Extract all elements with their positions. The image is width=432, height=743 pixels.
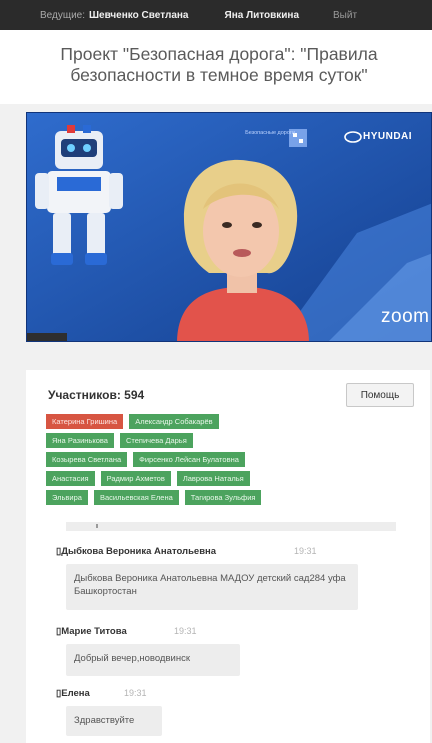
chat-scroll-divider xyxy=(66,522,396,531)
participant-tag[interactable]: Катерина Гришина xyxy=(46,414,124,429)
participant-tag[interactable]: Васильевская Елена xyxy=(93,490,179,505)
brand-logo: HYUNDAI xyxy=(363,131,413,142)
participant-tag[interactable]: Радмир Ахметов xyxy=(100,471,171,486)
speaker-name-strip xyxy=(27,333,67,341)
participant-tag-row: Козырева Светлана Фирсенко Лейсан Булатов… xyxy=(46,452,418,467)
chat-message-bubble: Дыбкова Вероника Анатольевна МАДОУ детск… xyxy=(66,564,358,610)
participant-tag[interactable]: Козырева Светлана xyxy=(46,452,128,467)
chat-message-author[interactable]: ▯Марие Титова xyxy=(56,626,127,637)
exit-link[interactable]: Выйт xyxy=(333,10,357,21)
participant-tag-row: Эльвира Васильевская Елена Тагирова Зульфи… xyxy=(46,490,418,505)
host-name: Шевченко Светлана xyxy=(89,9,189,21)
participant-tag-row: Катерина Гришина Александр Собакарёв xyxy=(46,414,418,429)
participant-tag[interactable]: Эльвира xyxy=(46,490,88,505)
participant-tag[interactable]: Анастасия xyxy=(46,471,95,486)
chat-panel: Участников: 594 Помощь Катерина Гришина А… xyxy=(26,370,430,743)
chat-message-bubble: Здравствуйте xyxy=(66,706,162,736)
participant-tag[interactable]: Степичева Дарья xyxy=(119,433,193,448)
participant-tag[interactable]: Александр Собакарёв xyxy=(129,414,219,429)
chat-message-author[interactable]: ▯Елена xyxy=(56,688,90,699)
participant-tag[interactable]: Лаврова Наталья xyxy=(176,471,250,486)
app-screen: Ведущие: Шевченко Светлана Яна Литовкина… xyxy=(0,0,432,743)
video-stream[interactable]: Безопасные дороги HYUNDAI zoom xyxy=(26,112,432,342)
sponsor-text: Безопасные дороги xyxy=(245,130,295,136)
video-frame-graphic xyxy=(27,113,431,341)
host-label: Ведущие: xyxy=(40,9,85,21)
participant-tag-row: Анастасия Радмир Ахметов Лаврова Наталья xyxy=(46,471,418,486)
participant-tag[interactable]: Фирсенко Лейсан Булатовна xyxy=(133,452,245,467)
chat-message-time: 19:31 xyxy=(174,626,197,636)
chat-message-time: 19:31 xyxy=(124,688,147,698)
participant-tag[interactable]: Яна Разинькова xyxy=(46,433,114,448)
participant-tag-row: Яна Разинькова Степичева Дарья xyxy=(46,433,418,448)
help-button[interactable]: Помощь xyxy=(346,383,414,407)
chat-message-author[interactable]: ▯Дыбкова Вероника Анатольевна xyxy=(56,546,216,557)
participant-tag[interactable]: Тагирова Зульфия xyxy=(184,490,262,505)
speaker-person xyxy=(177,159,309,341)
chat-message-bubble: Добрый вечер,новодвинск xyxy=(66,644,240,676)
title-area: Проект "Безопасная дорога": "Правила без… xyxy=(0,30,432,104)
participant-tags: Катерина Гришина Александр Собакарёв Яна Р… xyxy=(46,414,418,509)
zoom-watermark: zoom xyxy=(381,306,430,327)
current-user-name[interactable]: Яна Литовкина xyxy=(225,10,300,21)
participants-count: Участников: 594 xyxy=(48,388,145,402)
page-title: Проект "Безопасная дорога": "Правила без… xyxy=(60,44,378,85)
chat-message-time: 19:31 xyxy=(294,546,317,556)
top-bar: Ведущие: Шевченко Светлана Яна Литовкина… xyxy=(0,0,432,30)
